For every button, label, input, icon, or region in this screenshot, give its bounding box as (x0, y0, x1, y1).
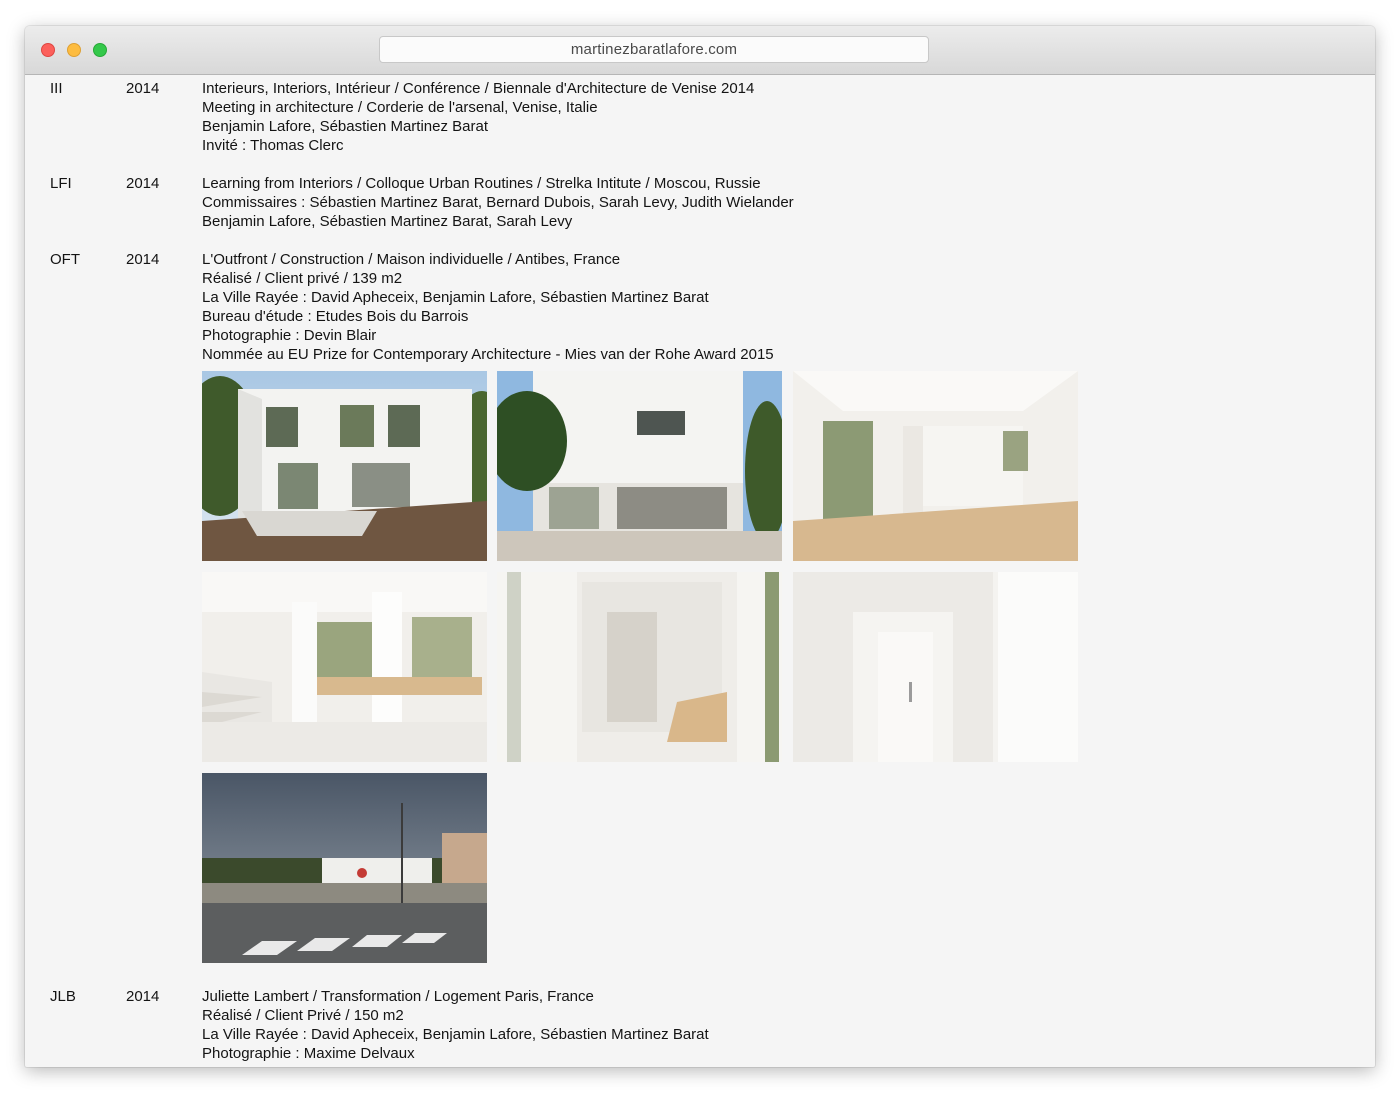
project-description: L'Outfront / Construction / Maison indiv… (202, 250, 1302, 364)
project-detail-line: Bureau d'étude : Etudes Bois du Barrois (202, 308, 469, 325)
project-code: III (50, 80, 63, 97)
project-photo-gallery (202, 371, 1082, 967)
project-detail-line: La Ville Rayée : David Apheceix, Benjami… (202, 289, 709, 306)
project-detail-line: Commissaires : Sébastien Martinez Barat,… (202, 194, 794, 211)
project-year: 2014 (126, 251, 160, 268)
project-detail-line: Meeting in architecture / Corderie de l'… (202, 99, 598, 116)
interior-corridor-photo[interactable] (497, 572, 782, 762)
project-description: Learning from Interiors / Colloque Urban… (202, 174, 1302, 231)
project-code: JLB (50, 988, 76, 1005)
url-text: martinezbaratlafore.com (570, 41, 738, 58)
project-code: LFI (50, 175, 72, 192)
project-detail-line: Photographie : Devin Blair (202, 327, 377, 344)
project-detail-line: Benjamin Lafore, Sébastien Martinez Bara… (202, 213, 573, 230)
project-year: 2014 (126, 80, 160, 97)
project-detail-line: Réalisé / Client privé / 139 m2 (202, 270, 403, 287)
interior-open-room-photo[interactable] (793, 371, 1078, 561)
project-code: OFT (50, 251, 80, 268)
project-title-line: Juliette Lambert / Transformation / Loge… (202, 988, 594, 1005)
project-detail-line: Invité : Thomas Clerc (202, 137, 344, 154)
address-bar[interactable]: martinezbaratlafore.com (379, 36, 929, 63)
project-year: 2014 (126, 175, 160, 192)
interior-door-photo[interactable] (793, 572, 1078, 762)
interior-stairs-photo[interactable] (202, 572, 487, 762)
project-detail-line: La Ville Rayée : David Apheceix, Benjami… (202, 1026, 709, 1043)
title-bar: martinezbaratlafore.com (25, 26, 1375, 75)
project-description: Juliette Lambert / Transformation / Loge… (202, 987, 1302, 1063)
maximize-window-button[interactable] (93, 43, 107, 57)
close-window-button[interactable] (41, 43, 55, 57)
project-detail-line: Benjamin Lafore, Sébastien Martinez Bara… (202, 118, 488, 135)
house-exterior-side-photo[interactable] (497, 371, 782, 561)
project-detail-line: Photographie : Maxime Delvaux (202, 1045, 415, 1062)
house-exterior-front-photo[interactable] (202, 371, 487, 561)
project-detail-line: Réalisé / Client Privé / 150 m2 (202, 1007, 404, 1024)
page-content: III 2014 Interieurs, Interiors, Intérieu… (25, 75, 1375, 1067)
project-detail-line: Nommée au EU Prize for Contemporary Arch… (202, 346, 774, 363)
project-description: Interieurs, Interiors, Intérieur / Confé… (202, 79, 1302, 155)
minimize-window-button[interactable] (67, 43, 81, 57)
project-title-line: Learning from Interiors / Colloque Urban… (202, 175, 761, 192)
project-year: 2014 (126, 988, 160, 1005)
project-title-line: L'Outfront / Construction / Maison indiv… (202, 251, 621, 268)
browser-window: martinezbaratlafore.com III 2014 Interie… (25, 26, 1375, 1067)
project-title-line: Interieurs, Interiors, Intérieur / Confé… (202, 80, 755, 97)
street-view-photo[interactable] (202, 773, 487, 963)
